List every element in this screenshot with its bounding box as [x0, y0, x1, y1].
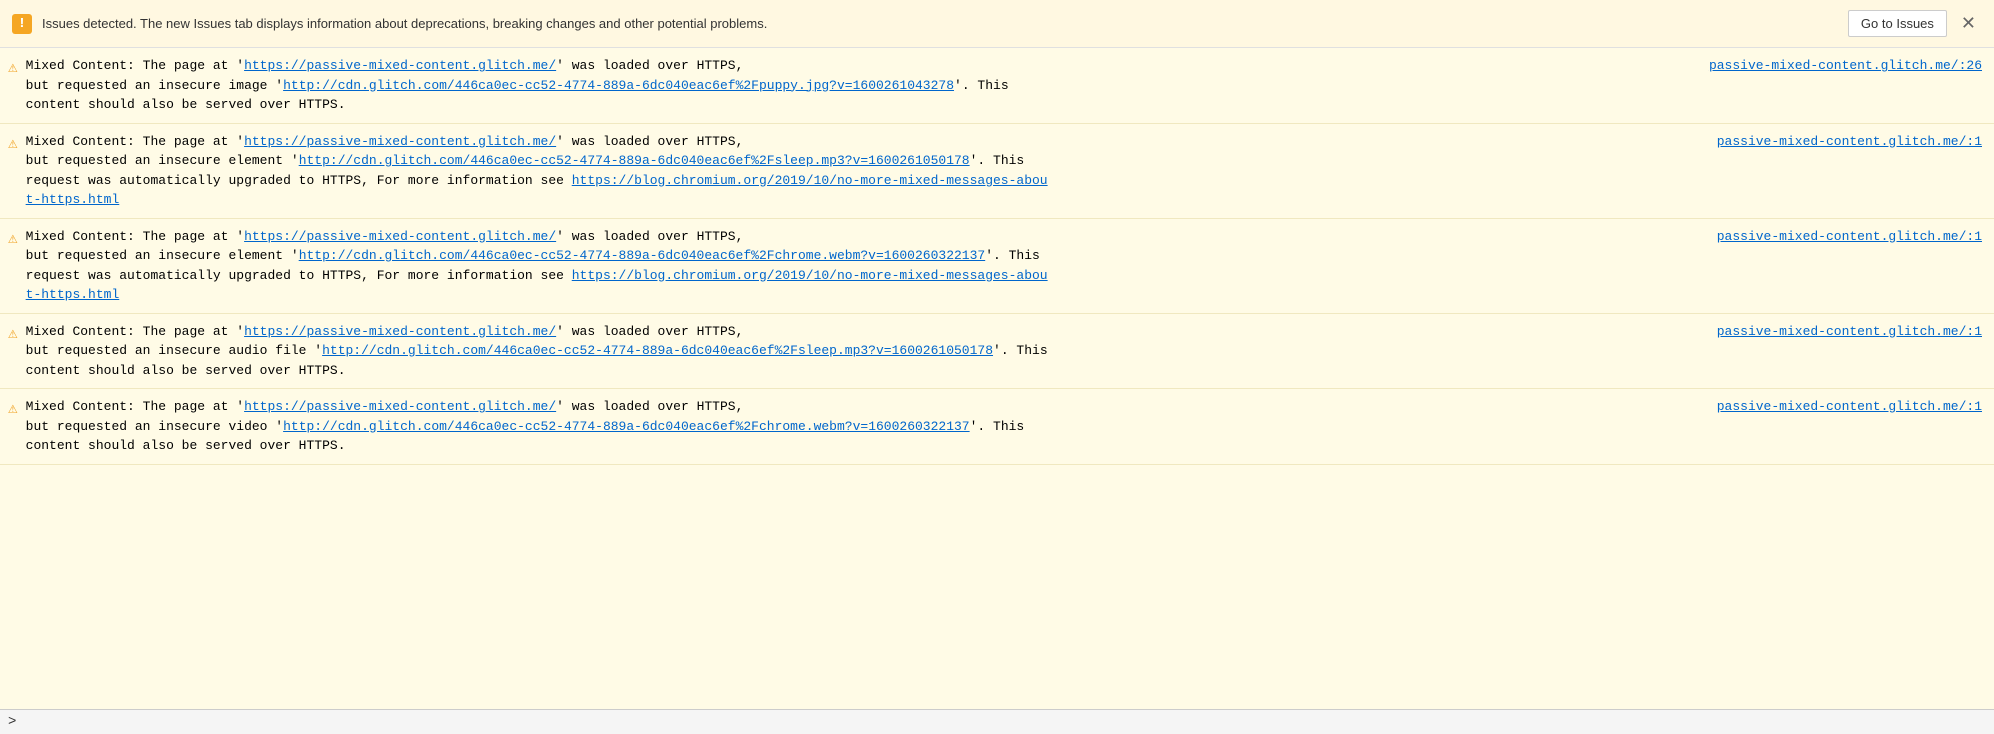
source-link[interactable]: passive-mixed-content.glitch.me/:1: [1717, 397, 1982, 417]
close-button[interactable]: ✕: [1955, 11, 1982, 36]
issues-banner-right: Go to Issues ✕: [1848, 10, 1982, 37]
message-line3: request was automatically upgraded to HT…: [26, 171, 1982, 191]
go-to-issues-button[interactable]: Go to Issues: [1848, 10, 1947, 37]
message-top-line: Mixed Content: The page at 'https://pass…: [26, 322, 1982, 342]
bottom-bar: >: [0, 709, 1994, 734]
page-url-link[interactable]: https://passive-mixed-content.glitch.me/: [244, 324, 556, 339]
message-line2: but requested an insecure element 'http:…: [26, 151, 1982, 171]
warning-triangle-icon: ⚠: [8, 133, 18, 155]
source-link[interactable]: passive-mixed-content.glitch.me/:1: [1717, 322, 1982, 342]
message-row: ⚠ Mixed Content: The page at 'https://pa…: [0, 389, 1994, 465]
info-url-link[interactable]: https://blog.chromium.org/2019/10/no-mor…: [572, 268, 1048, 283]
issues-banner-left: ! Issues detected. The new Issues tab di…: [12, 14, 767, 34]
source-link[interactable]: passive-mixed-content.glitch.me/:1: [1717, 227, 1982, 247]
message-line1: Mixed Content: The page at 'https://pass…: [26, 227, 744, 247]
source-link[interactable]: passive-mixed-content.glitch.me/:1: [1717, 132, 1982, 152]
message-line1: Mixed Content: The page at 'https://pass…: [26, 132, 744, 152]
message-line4: t-https.html: [26, 285, 1982, 305]
messages-area: ⚠ Mixed Content: The page at 'https://pa…: [0, 48, 1994, 709]
page-url-link[interactable]: https://passive-mixed-content.glitch.me/: [244, 229, 556, 244]
message-line3: content should also be served over HTTPS…: [26, 95, 1982, 115]
message-line3: content should also be served over HTTPS…: [26, 436, 1982, 456]
message-line1: Mixed Content: The page at 'https://pass…: [26, 56, 744, 76]
message-row: ⚠ Mixed Content: The page at 'https://pa…: [0, 48, 1994, 124]
message-content: Mixed Content: The page at 'https://pass…: [26, 56, 1982, 115]
info-url-link-cont[interactable]: t-https.html: [26, 287, 120, 302]
message-top-line: Mixed Content: The page at 'https://pass…: [26, 397, 1982, 417]
message-line1: Mixed Content: The page at 'https://pass…: [26, 397, 744, 417]
message-line3: content should also be served over HTTPS…: [26, 361, 1982, 381]
message-line4: t-https.html: [26, 190, 1982, 210]
message-row: ⚠ Mixed Content: The page at 'https://pa…: [0, 219, 1994, 314]
console-prompt-icon: >: [8, 714, 16, 730]
message-line2: but requested an insecure element 'http:…: [26, 246, 1982, 266]
issues-banner-text: Issues detected. The new Issues tab disp…: [42, 16, 767, 31]
message-top-line: Mixed Content: The page at 'https://pass…: [26, 132, 1982, 152]
warning-triangle-icon: ⚠: [8, 323, 18, 345]
message-content: Mixed Content: The page at 'https://pass…: [26, 397, 1982, 456]
warning-icon: !: [12, 14, 32, 34]
page-url-link[interactable]: https://passive-mixed-content.glitch.me/: [244, 134, 556, 149]
info-url-link[interactable]: https://blog.chromium.org/2019/10/no-mor…: [572, 173, 1048, 188]
source-link[interactable]: passive-mixed-content.glitch.me/:26: [1709, 56, 1982, 76]
message-top-line: Mixed Content: The page at 'https://pass…: [26, 227, 1982, 247]
console-panel: ! Issues detected. The new Issues tab di…: [0, 0, 1994, 734]
message-content: Mixed Content: The page at 'https://pass…: [26, 322, 1982, 381]
page-url-link[interactable]: https://passive-mixed-content.glitch.me/: [244, 58, 556, 73]
resource-url-link[interactable]: http://cdn.glitch.com/446ca0ec-cc52-4774…: [283, 419, 970, 434]
message-line2: but requested an insecure audio file 'ht…: [26, 341, 1982, 361]
message-row: ⚠ Mixed Content: The page at 'https://pa…: [0, 124, 1994, 219]
warning-triangle-icon: ⚠: [8, 57, 18, 79]
resource-url-link[interactable]: http://cdn.glitch.com/446ca0ec-cc52-4774…: [283, 78, 954, 93]
page-url-link[interactable]: https://passive-mixed-content.glitch.me/: [244, 399, 556, 414]
message-content: Mixed Content: The page at 'https://pass…: [26, 132, 1982, 210]
message-line2: but requested an insecure image 'http://…: [26, 76, 1982, 96]
warning-triangle-icon: ⚠: [8, 228, 18, 250]
resource-url-link[interactable]: http://cdn.glitch.com/446ca0ec-cc52-4774…: [299, 153, 970, 168]
info-url-link-cont[interactable]: t-https.html: [26, 192, 120, 207]
resource-url-link[interactable]: http://cdn.glitch.com/446ca0ec-cc52-4774…: [299, 248, 986, 263]
message-row: ⚠ Mixed Content: The page at 'https://pa…: [0, 314, 1994, 390]
message-top-line: Mixed Content: The page at 'https://pass…: [26, 56, 1982, 76]
message-line3: request was automatically upgraded to HT…: [26, 266, 1982, 286]
message-line2: but requested an insecure video 'http://…: [26, 417, 1982, 437]
resource-url-link[interactable]: http://cdn.glitch.com/446ca0ec-cc52-4774…: [322, 343, 993, 358]
issues-banner: ! Issues detected. The new Issues tab di…: [0, 0, 1994, 48]
message-content: Mixed Content: The page at 'https://pass…: [26, 227, 1982, 305]
message-line1: Mixed Content: The page at 'https://pass…: [26, 322, 744, 342]
warning-triangle-icon: ⚠: [8, 398, 18, 420]
